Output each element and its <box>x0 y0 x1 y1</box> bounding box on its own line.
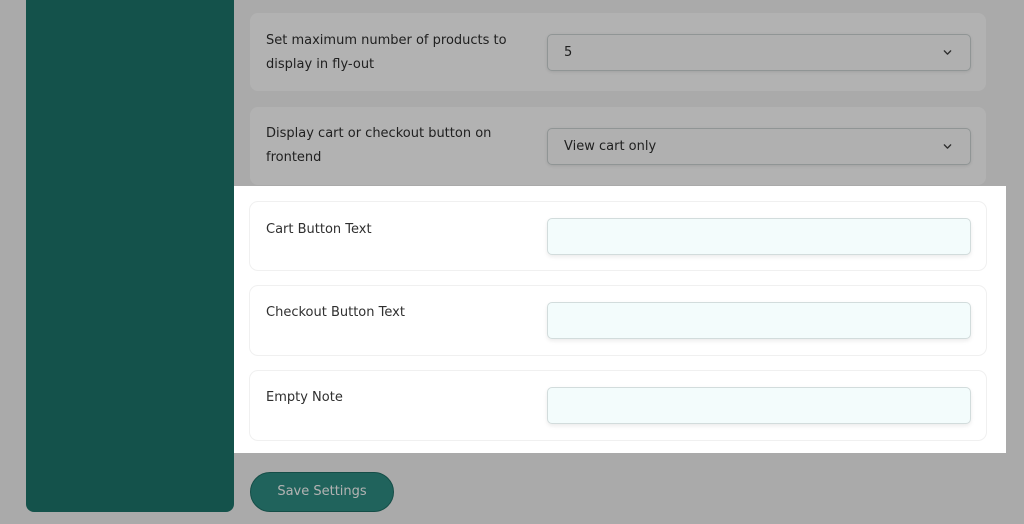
cart-button-text-label: Cart Button Text <box>266 222 372 237</box>
max-products-label: Set maximum number of products to displa… <box>266 33 507 72</box>
checkout-button-text-label: Checkout Button Text <box>266 305 405 320</box>
setting-row-empty-note: Empty Note <box>250 371 986 440</box>
chevron-down-icon <box>943 50 952 55</box>
cart-checkout-display-select[interactable]: View cart only <box>547 128 971 165</box>
cart-checkout-display-label: Display cart or checkout button on front… <box>266 126 492 165</box>
setting-row-cart-button-text: Cart Button Text <box>250 202 986 270</box>
cart-checkout-display-value: View cart only <box>564 139 657 154</box>
checkout-button-text-input[interactable] <box>547 302 971 339</box>
cart-button-text-input[interactable] <box>547 218 971 255</box>
setting-row-max-products: Set maximum number of products to displa… <box>250 13 986 91</box>
empty-note-label: Empty Note <box>266 390 343 405</box>
setting-row-checkout-button-text: Checkout Button Text <box>250 286 986 355</box>
max-products-value: 5 <box>564 45 573 60</box>
empty-note-input[interactable] <box>547 387 971 424</box>
save-settings-button[interactable]: Save Settings <box>250 472 394 512</box>
setting-row-cart-checkout-display: Display cart or checkout button on front… <box>250 107 986 185</box>
highlighted-settings-group: Cart Button Text Checkout Button Text Em… <box>234 186 1006 453</box>
chevron-down-icon <box>943 144 952 149</box>
sidebar <box>26 0 234 512</box>
max-products-select[interactable]: 5 <box>547 34 971 71</box>
